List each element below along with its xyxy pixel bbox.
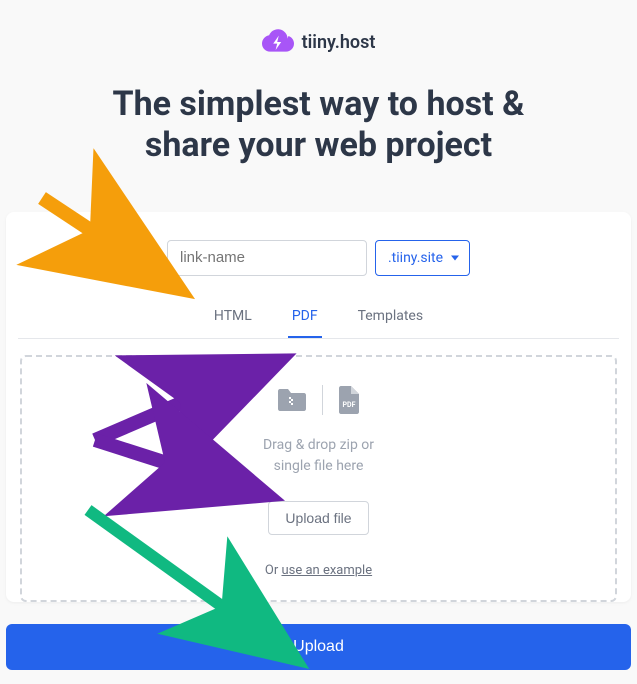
zip-icon (276, 387, 308, 413)
tab-html[interactable]: HTML (210, 300, 256, 338)
tabs: HTML PDF Templates (18, 300, 619, 339)
chevron-down-icon (451, 255, 459, 260)
pdf-icon: PDF (337, 386, 361, 414)
upload-button[interactable]: Upload (6, 624, 631, 670)
link-name-input[interactable] (167, 240, 367, 276)
logo: tiiny.host (20, 28, 617, 56)
upload-file-button[interactable]: Upload file (268, 501, 368, 535)
domain-select[interactable]: .tiiny.site (375, 240, 470, 276)
upload-card: .tiiny.site HTML PDF Templates PDF (6, 212, 631, 602)
divider (322, 385, 323, 415)
drop-text: Drag & drop zip or single file here (42, 435, 595, 477)
cloud-lightning-icon (262, 28, 294, 56)
tab-templates[interactable]: Templates (354, 300, 428, 338)
tab-pdf[interactable]: PDF (288, 300, 322, 338)
headline: The simplest way to host & share your we… (20, 84, 617, 166)
example-text: Or use an example (42, 563, 595, 578)
logo-text: tiiny.host (302, 32, 376, 53)
svg-text:PDF: PDF (343, 401, 356, 409)
dropzone[interactable]: PDF Drag & drop zip or single file here … (20, 355, 617, 602)
use-example-link[interactable]: use an example (281, 563, 372, 578)
